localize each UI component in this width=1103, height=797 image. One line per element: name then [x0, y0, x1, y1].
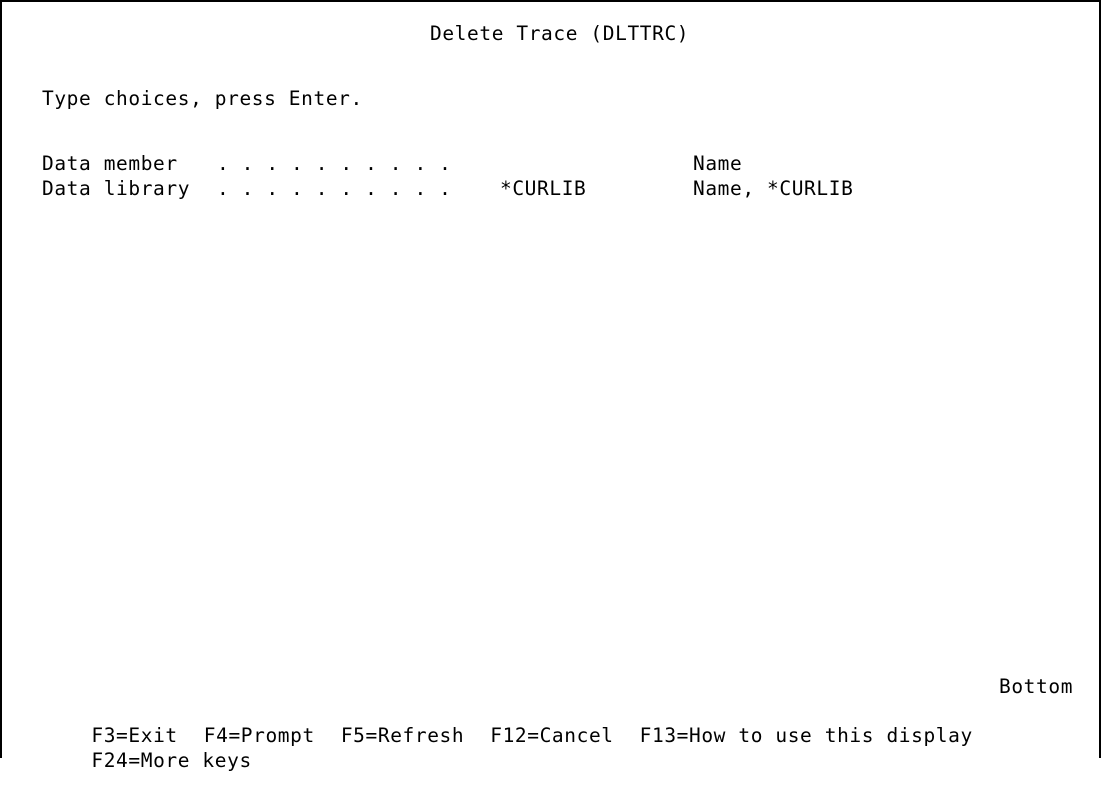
data-member-input[interactable]: [500, 152, 650, 176]
screen-title: Delete Trace (DLTTRC): [430, 22, 690, 45]
data-library-input[interactable]: *CURLIB: [500, 177, 650, 201]
data-member-label: Data member: [42, 152, 178, 175]
data-member-allowed-values: Name: [693, 152, 743, 175]
function-keys-row-2: F24=More keys: [42, 725, 252, 797]
data-member-leader-dots: . . . . . . . . . .: [217, 152, 452, 175]
f13-help-key[interactable]: F13=How to use this display: [640, 724, 973, 748]
f24-more-keys-key[interactable]: F24=More keys: [91, 749, 251, 773]
terminal-screen: Delete Trace (DLTTRC) Type choices, pres…: [0, 0, 1101, 772]
more-indicator: Bottom: [999, 675, 1074, 698]
data-library-allowed-values: Name, *CURLIB: [693, 177, 854, 200]
data-library-value: *CURLIB: [500, 177, 587, 200]
data-library-label: Data library: [42, 177, 191, 200]
instructions-text: Type choices, press Enter.: [42, 87, 363, 110]
f5-refresh-key[interactable]: F5=Refresh: [341, 724, 464, 748]
f12-cancel-key[interactable]: F12=Cancel: [490, 724, 613, 748]
data-library-leader-dots: . . . . . . . . . .: [217, 177, 452, 200]
